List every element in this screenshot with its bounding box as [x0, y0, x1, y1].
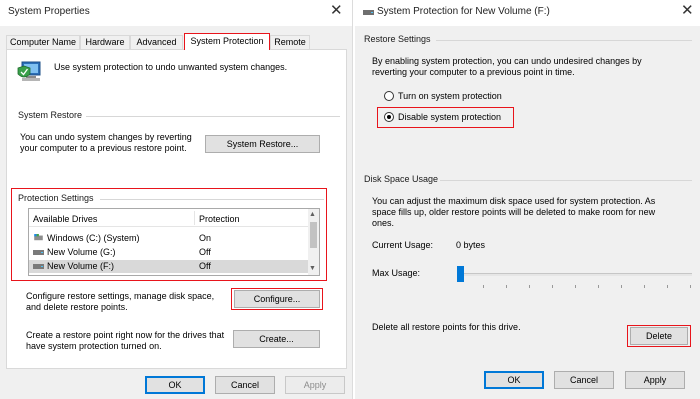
tab-computer-name[interactable]: Computer Name: [6, 35, 80, 49]
configure-button[interactable]: Configure...: [234, 290, 320, 308]
system-restore-button[interactable]: System Restore...: [205, 135, 320, 153]
list-item[interactable]: New Volume (G:) Off: [29, 246, 309, 259]
current-usage-label: Current Usage:: [372, 240, 434, 250]
disable-protection-label[interactable]: Disable system protection: [398, 112, 501, 123]
divider: [436, 40, 692, 41]
ok-button[interactable]: OK: [484, 371, 544, 389]
system-restore-description: You can undo system changes by reverting: [20, 132, 192, 142]
drives-list-header: Available Drives Protection: [29, 209, 309, 227]
tab-remote[interactable]: Remote: [270, 35, 310, 49]
turn-on-protection-radio[interactable]: [384, 91, 394, 101]
turn-on-protection-label[interactable]: Turn on system protection: [398, 91, 502, 102]
close-icon[interactable]: ✕: [681, 3, 694, 19]
disk-space-description-2: space fills up, older restore points wil…: [372, 207, 656, 217]
slider-tick: [667, 285, 668, 288]
restore-settings-description-2: reverting your computer to a previous po…: [372, 67, 575, 77]
configure-description: Configure restore settings, manage disk …: [26, 291, 215, 301]
cancel-button[interactable]: Cancel: [554, 371, 614, 389]
delete-description: Delete all restore points for this drive…: [372, 322, 521, 332]
scroll-down-icon[interactable]: ▼: [309, 265, 316, 273]
slider-tick: [483, 285, 484, 288]
slider-tick: [644, 285, 645, 288]
create-description-2: have system protection turned on.: [26, 341, 162, 351]
drive-protection-status: On: [199, 233, 212, 243]
max-usage-label: Max Usage:: [372, 268, 421, 278]
current-usage-value: 0 bytes: [456, 240, 486, 250]
divider: [86, 116, 340, 117]
cancel-button[interactable]: Cancel: [215, 376, 275, 394]
drive-name: Windows (C:) (System): [47, 233, 140, 243]
drive-icon: [33, 264, 44, 269]
slider-tick: [690, 285, 691, 288]
drive-icon: [363, 10, 374, 15]
slider-tick: [506, 285, 507, 288]
column-separator: [194, 211, 195, 225]
system-drive-icon: [34, 234, 43, 241]
restore-settings-description: By enabling system protection, you can u…: [372, 56, 642, 66]
system-restore-description-2: your computer to a previous restore poin…: [20, 143, 187, 153]
list-item-selected[interactable]: New Volume (F:) Off: [29, 260, 309, 273]
create-button[interactable]: Create...: [233, 330, 320, 348]
drives-list[interactable]: Available Drives Protection Windows (C:)…: [28, 208, 320, 276]
slider-tick: [529, 285, 530, 288]
slider-tick: [598, 285, 599, 288]
apply-button[interactable]: Apply: [625, 371, 685, 389]
title-bar: System Protection for New Volume (F:) ✕: [355, 0, 700, 26]
tab-advanced[interactable]: Advanced: [130, 35, 183, 49]
slider-tick: [552, 285, 553, 288]
column-available-drives[interactable]: Available Drives: [33, 214, 97, 225]
disk-space-description-3: ones.: [372, 218, 395, 228]
system-properties-window: System Properties ✕ Computer Name Hardwa…: [0, 0, 353, 399]
restore-settings-heading: Restore Settings: [364, 34, 431, 44]
drive-icon: [33, 250, 44, 255]
max-usage-slider-thumb[interactable]: [457, 266, 464, 282]
drives-list-scrollbar[interactable]: ▲ ▼: [308, 209, 319, 275]
apply-button[interactable]: Apply: [285, 376, 345, 394]
drive-name: New Volume (F:): [47, 261, 115, 271]
close-icon[interactable]: ✕: [330, 3, 343, 19]
window-title: System Protection for New Volume (F:): [377, 6, 550, 17]
title-bar: System Properties ✕: [0, 0, 352, 26]
disable-protection-radio[interactable]: [384, 112, 394, 122]
drive-protection-status: Off: [199, 261, 211, 271]
create-description: Create a restore point right now for the…: [26, 330, 225, 340]
disk-space-heading: Disk Space Usage: [364, 174, 439, 184]
list-item[interactable]: Windows (C:) (System) On: [29, 232, 309, 245]
disk-space-description: You can adjust the maximum disk space us…: [372, 196, 656, 206]
system-restore-heading: System Restore: [18, 110, 83, 120]
configure-description-2: and delete restore points.: [26, 302, 128, 312]
tab-system-protection[interactable]: System Protection: [184, 33, 270, 50]
window-title: System Properties: [8, 6, 90, 17]
scroll-up-icon[interactable]: ▲: [309, 211, 316, 219]
max-usage-slider-track[interactable]: [460, 273, 692, 276]
system-protection-icon: [17, 61, 41, 81]
slider-tick: [621, 285, 622, 288]
protection-settings-heading: Protection Settings: [18, 193, 94, 203]
slider-tick: [575, 285, 576, 288]
scrollbar-thumb[interactable]: [310, 222, 317, 248]
delete-button[interactable]: Delete: [630, 327, 688, 345]
tab-hardware[interactable]: Hardware: [80, 35, 130, 49]
ok-button[interactable]: OK: [145, 376, 205, 394]
drive-name: New Volume (G:): [47, 247, 116, 257]
column-protection[interactable]: Protection: [199, 214, 240, 225]
divider: [100, 199, 324, 200]
divider: [440, 180, 692, 181]
intro-text: Use system protection to undo unwanted s…: [54, 62, 288, 72]
drive-protection-status: Off: [199, 247, 211, 257]
